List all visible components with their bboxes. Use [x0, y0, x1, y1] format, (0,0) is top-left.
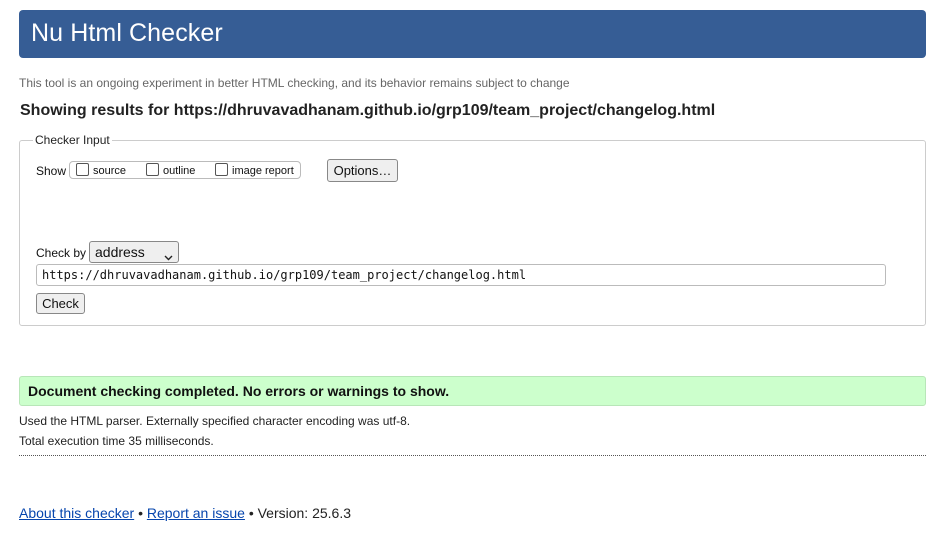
parser-info: Used the HTML parser. Externally specifi… [19, 414, 411, 428]
options-button[interactable]: Options… [327, 159, 398, 182]
fieldset-legend: Checker Input [33, 133, 112, 147]
image-report-checkbox-label[interactable]: image report [232, 165, 294, 177]
footer-separator: • [138, 505, 143, 521]
check-by-value: address [95, 244, 145, 260]
tagline: This tool is an ongoing experiment in be… [19, 76, 570, 90]
success-message: Document checking completed. No errors o… [28, 383, 450, 399]
url-input[interactable]: https://dhruvavadhanam.github.io/grp109/… [36, 264, 886, 286]
header-banner: Nu Html Checker [19, 10, 926, 58]
checker-input-fieldset: Checker Input Show source outline image … [19, 133, 926, 326]
report-issue-link[interactable]: Report an issue [147, 505, 245, 521]
show-label: Show [36, 164, 67, 178]
about-link[interactable]: About this checker [19, 505, 134, 521]
success-message-box: Document checking completed. No errors o… [19, 376, 926, 406]
outline-checkbox[interactable] [146, 163, 159, 176]
outline-checkbox-label[interactable]: outline [163, 165, 195, 177]
url-input-value: https://dhruvavadhanam.github.io/grp109/… [42, 268, 527, 282]
source-checkbox[interactable] [76, 163, 89, 176]
footer: About this checker • Report an issue • V… [19, 505, 351, 521]
check-by-select[interactable]: address [89, 241, 179, 263]
page-title: Nu Html Checker [31, 19, 223, 47]
image-report-checkbox[interactable] [215, 163, 228, 176]
results-heading: Showing results for https://dhruvavadhan… [20, 102, 716, 119]
show-checkbox-group: source outline image report [69, 161, 301, 179]
footer-separator: • [248, 505, 254, 521]
check-button[interactable]: Check [36, 293, 85, 314]
divider [19, 455, 926, 456]
execution-time: Total execution time 35 milliseconds. [19, 434, 214, 448]
check-by-label: Check by [36, 246, 87, 260]
source-checkbox-label[interactable]: source [93, 165, 126, 177]
version-text: Version: 25.6.3 [257, 505, 352, 521]
